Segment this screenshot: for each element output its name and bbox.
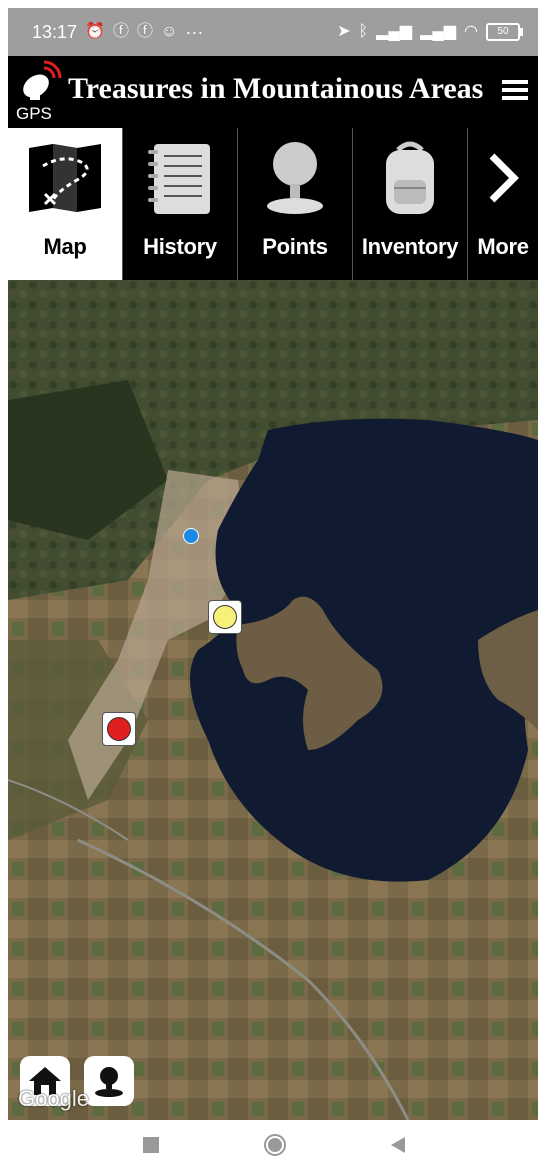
phone-screen: 13:17 ⏰ ⓕ ⓕ ☺ ··· ➤ ᛒ ▂▄▆ ▂▄▆ ◠ 50 GPS T…: [8, 8, 538, 1120]
google-watermark: Google: [18, 1086, 89, 1111]
battery-icon: 50: [486, 23, 523, 41]
pin-icon: [267, 142, 323, 214]
chevron-right-icon: [489, 153, 519, 203]
cat-icon: ☺: [161, 23, 178, 40]
tab-more[interactable]: More: [468, 128, 538, 280]
bluetooth-icon: ᛒ: [358, 23, 369, 40]
app-header: GPS Treasures in Mountainous Areas: [8, 56, 538, 128]
tab-inventory-label: Inventory: [361, 234, 459, 259]
system-nav-bar: [0, 1120, 550, 1169]
wifi-icon: ◠: [464, 23, 478, 40]
status-more: ···: [185, 21, 204, 42]
tab-inventory[interactable]: Inventory: [353, 128, 468, 280]
status-right: ➤ ᛒ ▂▄▆ ▂▄▆ ◠ 50: [337, 23, 523, 41]
square-icon: [143, 1136, 159, 1153]
notebook-icon: [148, 144, 210, 214]
status-time: 13:17: [32, 21, 78, 42]
gps-logo-text: GPS: [16, 104, 52, 123]
signal-icon-2: ▂▄▆: [420, 23, 457, 40]
red-dot-icon: [107, 717, 131, 741]
user-location-dot: [183, 528, 199, 544]
yellow-dot-icon: [213, 605, 237, 629]
home-nav-button[interactable]: [263, 1133, 287, 1157]
tab-points-label: Points: [262, 234, 328, 259]
back-nav-button[interactable]: [387, 1133, 411, 1157]
tab-history-label: History: [143, 234, 217, 259]
person-icon: [95, 1067, 123, 1097]
profile-button[interactable]: [84, 1056, 134, 1106]
tab-points[interactable]: Points: [238, 128, 353, 280]
signal-icon: ▂▄▆: [376, 23, 413, 40]
backpack-icon: [386, 141, 434, 214]
location-arrow-icon: ➤: [337, 23, 351, 40]
alarm-icon: ⏰: [85, 23, 105, 40]
gps-logo: GPS: [14, 60, 62, 124]
tab-map[interactable]: Map: [8, 128, 123, 280]
back-triangle-icon: [391, 1136, 405, 1153]
map-view[interactable]: Google: [8, 280, 538, 1120]
recent-apps-button[interactable]: [139, 1133, 163, 1157]
treasure-map-icon: [29, 144, 101, 212]
menu-icon[interactable]: [502, 80, 528, 106]
facebook-icon: ⓕ: [112, 23, 129, 40]
status-left: 13:17 ⏰ ⓕ ⓕ ☺ ···: [32, 22, 203, 43]
facebook-icon-2: ⓕ: [136, 23, 153, 40]
tab-bar: Map History Points Inventory More: [8, 128, 538, 280]
tab-more-label: More: [477, 234, 529, 259]
status-bar: 13:17 ⏰ ⓕ ⓕ ☺ ··· ➤ ᛒ ▂▄▆ ▂▄▆ ◠ 50: [8, 8, 538, 56]
satellite-map: [8, 280, 538, 1120]
tab-history[interactable]: History: [123, 128, 238, 280]
yellow-point-marker[interactable]: [208, 600, 242, 634]
app-title: Treasures in Mountainous Areas: [68, 72, 484, 105]
circle-icon: [264, 1133, 286, 1156]
satellite-dish-icon: [23, 60, 62, 100]
tab-map-label: Map: [43, 234, 87, 259]
red-point-marker[interactable]: [102, 712, 136, 746]
